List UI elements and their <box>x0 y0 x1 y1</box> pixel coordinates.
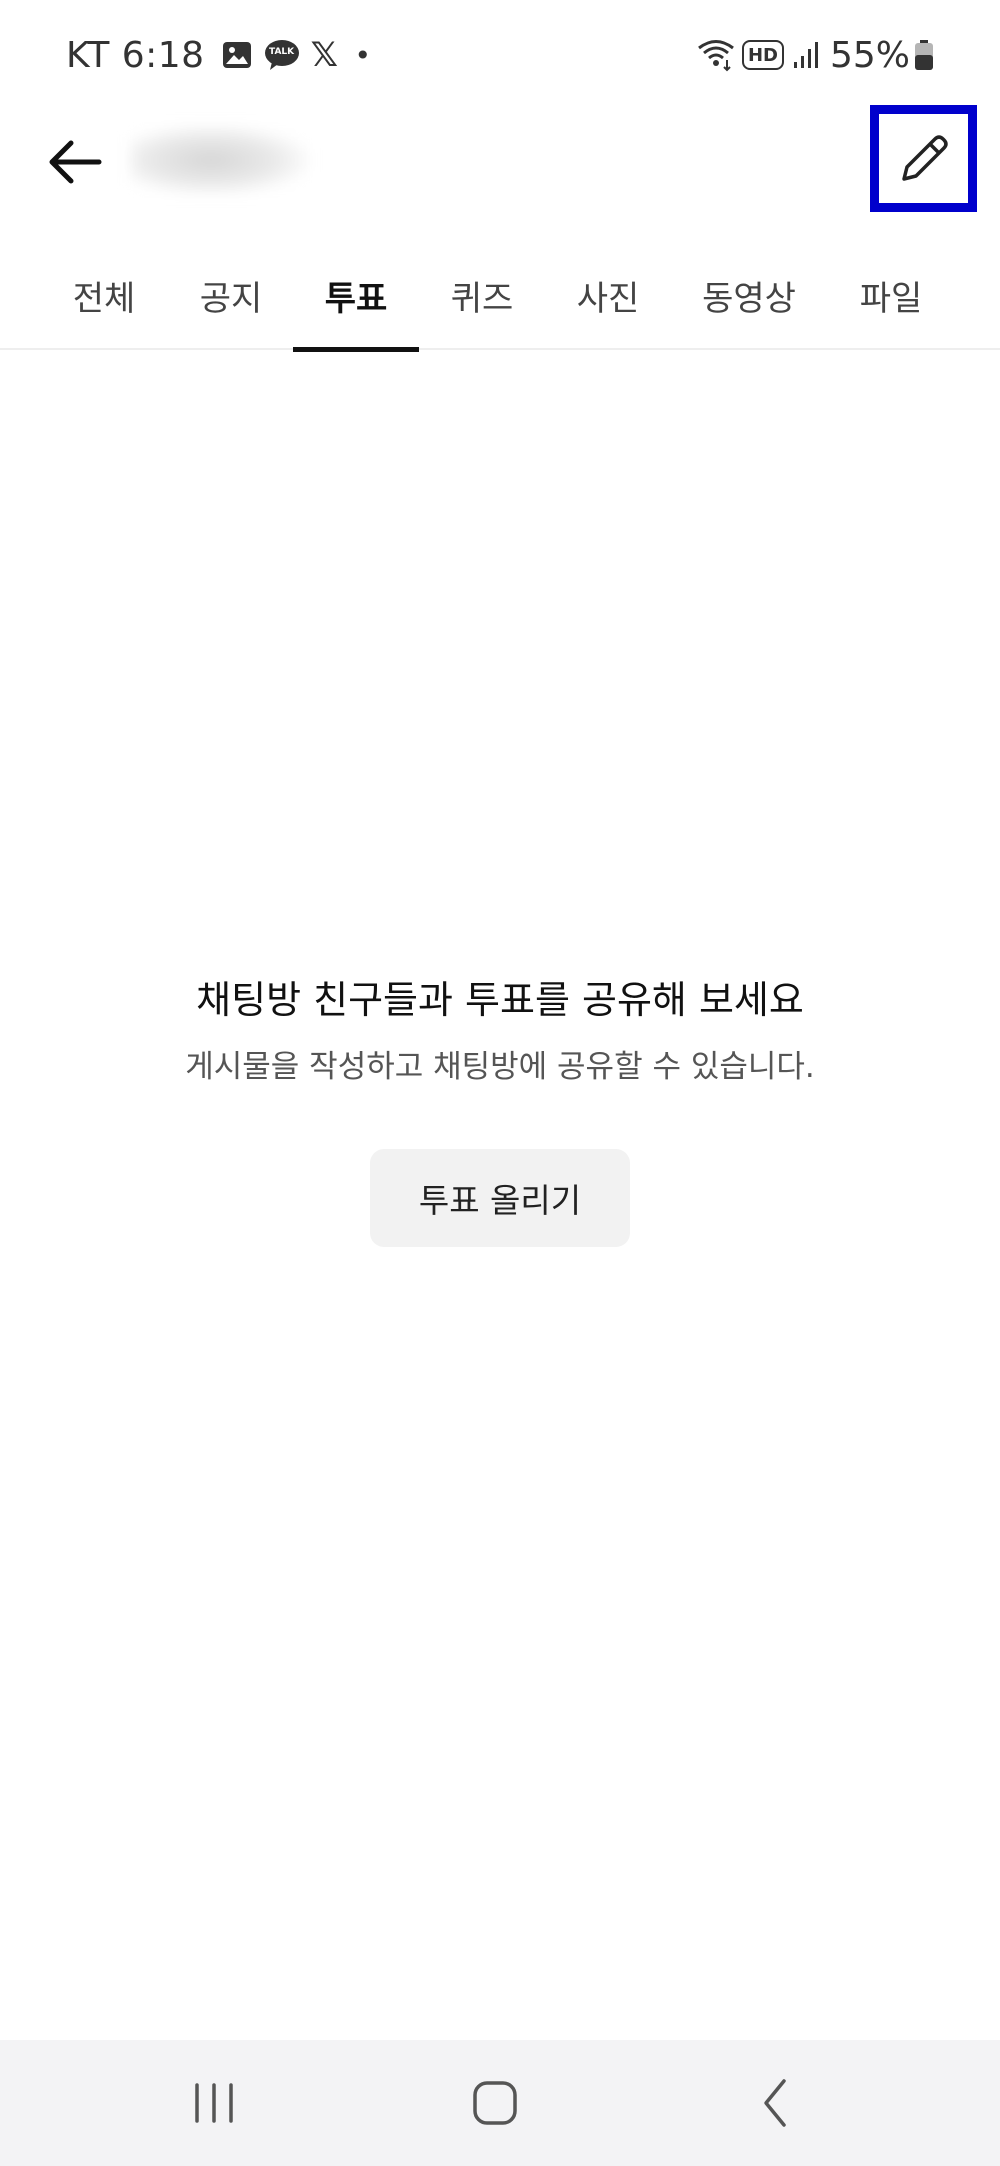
back-icon <box>764 2079 786 2127</box>
hd-voice-icon: HD <box>741 40 784 70</box>
signal-icon <box>792 40 822 70</box>
wifi-icon <box>696 38 736 72</box>
dot-icon: • <box>354 38 372 72</box>
tab-video[interactable]: 동영상 <box>684 255 814 350</box>
kakaotalk-icon: TALK <box>263 38 301 72</box>
header <box>0 105 1000 255</box>
gallery-icon <box>221 39 253 71</box>
home-button[interactable] <box>445 2068 545 2138</box>
status-left: KT 6:18 TALK 𝕏 • <box>66 30 372 80</box>
recent-apps-icon <box>195 2083 233 2123</box>
tab-photo[interactable]: 사진 <box>547 255 669 350</box>
back-button[interactable] <box>40 127 110 197</box>
room-name-blurred <box>130 125 310 195</box>
x-icon: 𝕏 <box>310 35 339 75</box>
battery-icon <box>914 39 934 71</box>
edit-button[interactable] <box>870 105 977 212</box>
tab-label: 공지 <box>199 279 263 319</box>
back-arrow-icon <box>49 140 102 184</box>
empty-state-title: 채팅방 친구들과 투표를 공유해 보세요 <box>196 978 804 1022</box>
system-nav-bar <box>0 2040 1000 2166</box>
upload-vote-button[interactable]: 투표 올리기 <box>370 1149 630 1247</box>
tab-bar: 전체 공지 투표 퀴즈 사진 동영상 파일 <box>0 255 1000 352</box>
status-right: HD 55% <box>696 30 934 80</box>
nav-back-button[interactable] <box>726 2068 826 2138</box>
tab-label: 퀴즈 <box>450 279 514 319</box>
status-bar: KT 6:18 TALK 𝕏 • HD 55% <box>0 0 1000 105</box>
tab-file[interactable]: 파일 <box>830 255 952 350</box>
tab-label: 동영상 <box>702 279 796 319</box>
screen: KT 6:18 TALK 𝕏 • HD 55% 전체 공지 투표 퀴즈 사진 동… <box>0 0 1000 2166</box>
home-icon <box>473 2081 517 2125</box>
tab-notice[interactable]: 공지 <box>170 255 292 350</box>
tab-all[interactable]: 전체 <box>43 255 165 350</box>
pencil-icon <box>901 134 948 181</box>
tab-quiz[interactable]: 퀴즈 <box>421 255 543 350</box>
recent-apps-button[interactable] <box>164 2068 264 2138</box>
tab-label: 전체 <box>72 279 136 319</box>
empty-state: 채팅방 친구들과 투표를 공유해 보세요 게시물을 작성하고 채팅방에 공유할 … <box>0 970 1000 1092</box>
tab-vote[interactable]: 투표 <box>293 255 419 352</box>
tab-label: 사진 <box>576 279 640 319</box>
carrier-time: KT 6:18 <box>66 34 205 76</box>
tab-label: 투표 <box>324 279 388 319</box>
battery-percent: 55% <box>829 34 910 76</box>
tab-label: 파일 <box>859 279 923 319</box>
kakaotalk-badge-text: TALK <box>269 47 295 57</box>
empty-state-description: 게시물을 작성하고 채팅방에 공유할 수 있습니다. <box>185 1049 815 1085</box>
